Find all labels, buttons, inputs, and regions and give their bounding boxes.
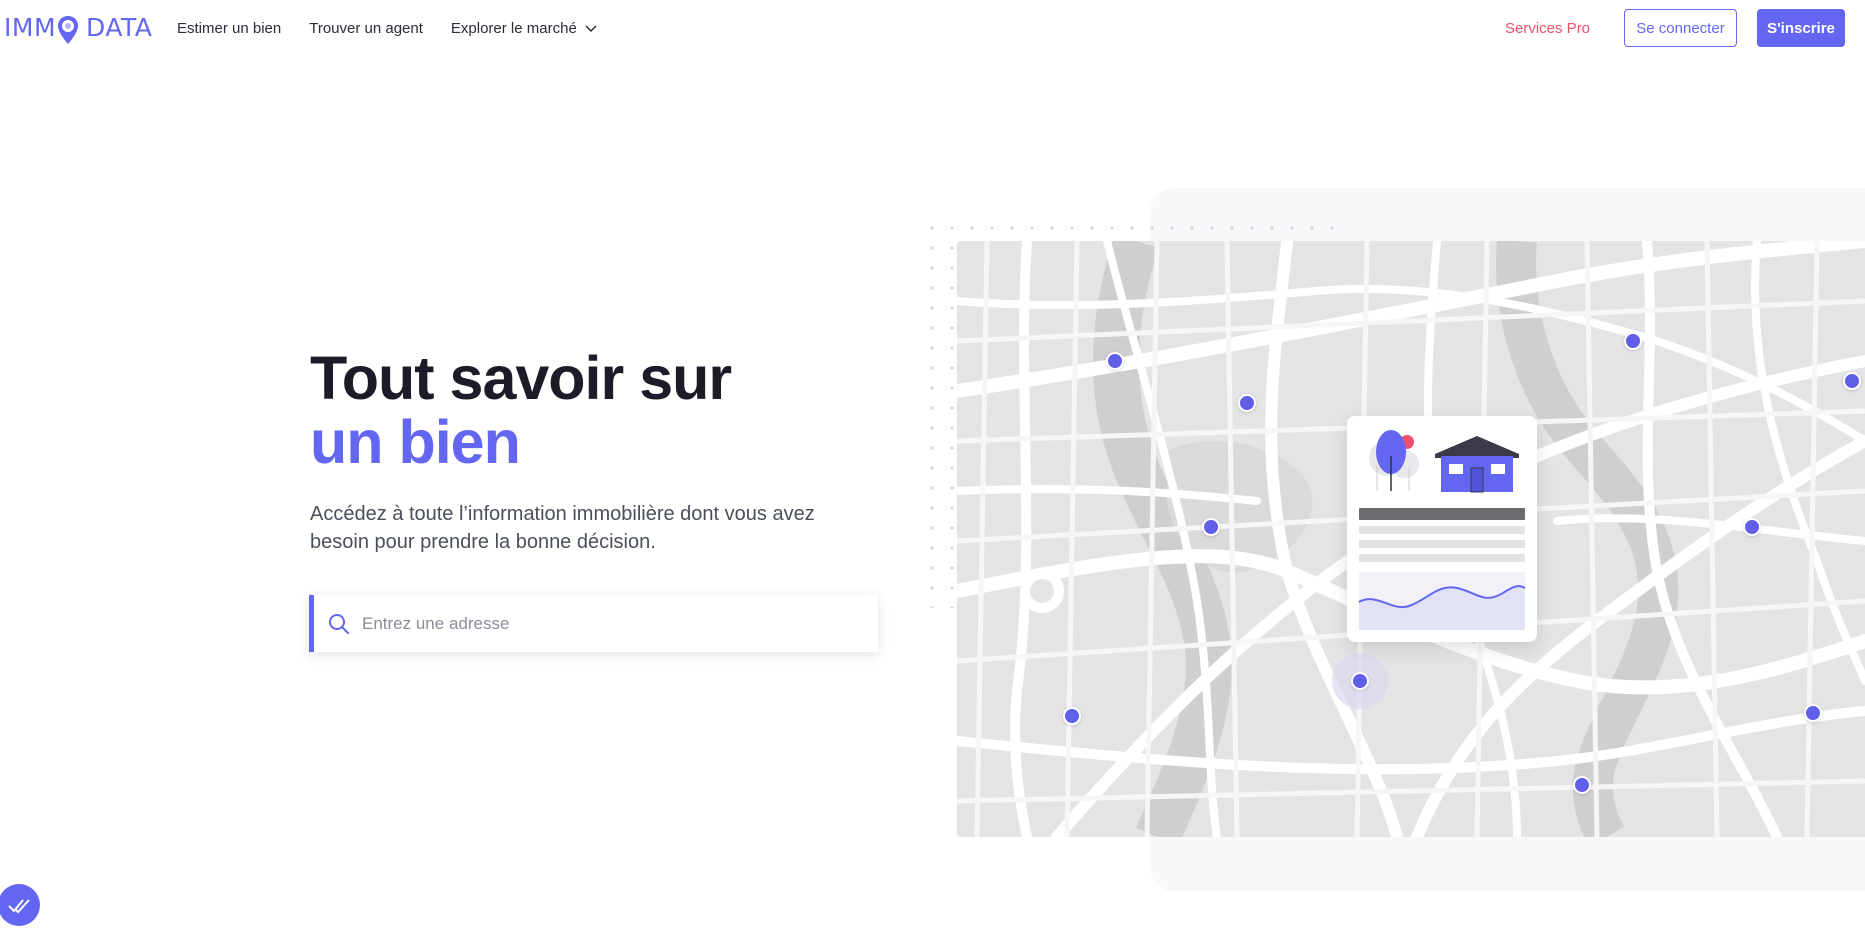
map-pin-icon <box>57 15 79 45</box>
logo[interactable]: IMM DATA <box>4 12 153 45</box>
map-marker[interactable] <box>1843 372 1861 390</box>
main-nav: Estimer un bien Trouver un agent Explore… <box>177 20 625 37</box>
nav-estimer[interactable]: Estimer un bien <box>177 20 281 37</box>
nav-label: Estimer un bien <box>177 20 282 37</box>
nav-trouver-agent[interactable]: Trouver un agent <box>309 20 423 37</box>
nav-explorer-marche[interactable]: Explorer le marché <box>451 20 597 37</box>
nav-label: Explorer le marché <box>450 20 577 37</box>
map-marker[interactable] <box>1238 394 1256 412</box>
top-navbar: IMM DATA Estimer un bien Trouver un agen… <box>0 0 1865 56</box>
map-marker[interactable] <box>1743 518 1761 536</box>
address-search-box <box>309 595 878 652</box>
map-marker[interactable] <box>1573 776 1591 794</box>
map-marker[interactable] <box>1106 352 1124 370</box>
signup-button[interactable]: S'inscrire <box>1757 9 1845 47</box>
map-marker[interactable] <box>1063 707 1081 725</box>
page: IMM DATA Estimer un bien Trouver un agen… <box>0 0 1865 929</box>
hero-subtitle: Accédez à toute l’information immobilièr… <box>310 503 815 553</box>
hero-title: Tout savoir sur un bien <box>310 344 732 476</box>
check-double-icon <box>8 899 30 914</box>
floating-action-button[interactable] <box>0 884 40 926</box>
search-icon <box>329 613 349 634</box>
nav-label: Trouver un agent <box>309 20 423 37</box>
logo-text-left: IMM <box>4 12 57 42</box>
map-marker[interactable] <box>1804 704 1822 722</box>
logo-text-right: DATA <box>86 12 153 42</box>
chevron-down-icon <box>585 24 597 32</box>
hero-title-line2: un bien <box>310 408 521 476</box>
map-marker[interactable] <box>1351 672 1369 690</box>
address-search-input[interactable] <box>362 613 842 634</box>
services-pro-link[interactable]: Services Pro <box>1505 20 1590 37</box>
property-card-illustration <box>1347 416 1537 642</box>
map-marker[interactable] <box>1202 518 1220 536</box>
map-marker[interactable] <box>1624 332 1642 350</box>
login-button[interactable]: Se connecter <box>1624 9 1737 47</box>
hero-title-line1: Tout savoir sur <box>310 344 732 412</box>
